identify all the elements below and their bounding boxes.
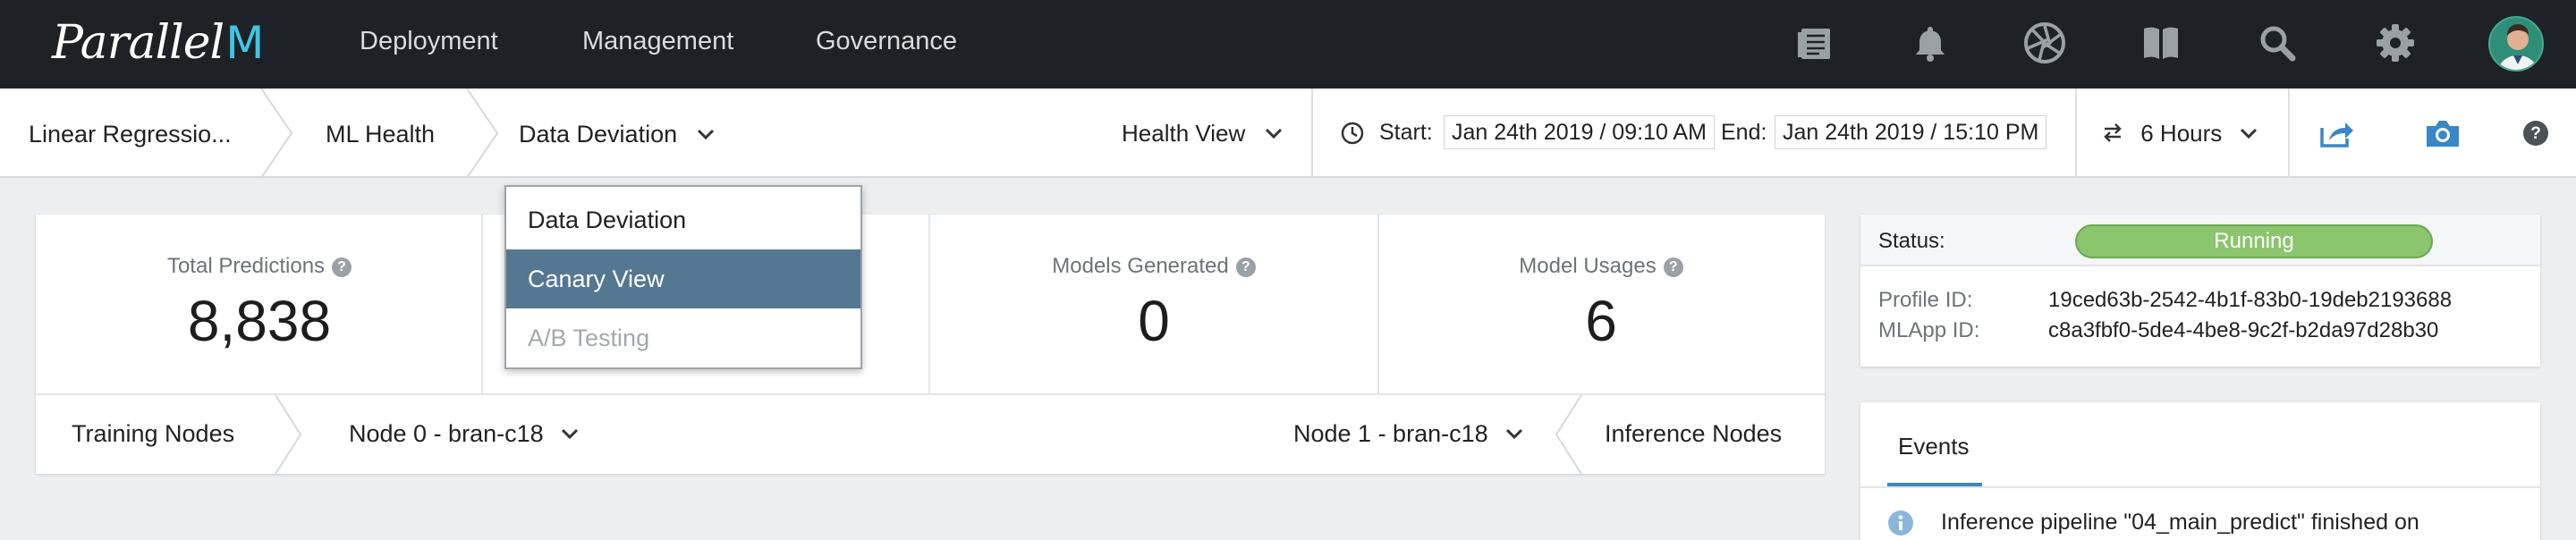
divider <box>1860 486 2540 488</box>
node-separator <box>1555 395 1582 474</box>
avatar[interactable] <box>2488 16 2544 72</box>
menu-item-ab-testing: A/B Testing <box>528 325 650 351</box>
breadcrumb-ml-health[interactable]: ML Health <box>326 121 435 148</box>
clock-icon <box>1341 122 1364 145</box>
tab-underline <box>1887 483 1982 486</box>
metrics-card: Total Predictions? 8,838 Models Generate… <box>36 215 1825 474</box>
nav-governance[interactable]: Governance <box>816 27 957 56</box>
metric-value: 6 <box>1585 289 1617 353</box>
documents-icon[interactable] <box>1792 20 1839 66</box>
search-icon[interactable] <box>2254 20 2301 66</box>
breadcrumb-data-deviation-label: Data Deviation <box>519 121 678 148</box>
menu-item-data-deviation[interactable]: Data Deviation <box>506 190 860 249</box>
swap-icon <box>2104 123 2122 142</box>
divider <box>481 215 483 393</box>
metric-label: Models Generated? <box>930 254 1377 279</box>
breadcrumb-separator <box>466 89 499 178</box>
sub-header: Linear Regressio... ML Health Data Devia… <box>0 89 2576 178</box>
mlapp-id-label: MLApp ID: <box>1878 318 1980 342</box>
training-node-label: Node 0 - bran-c18 <box>349 420 544 447</box>
node-separator <box>275 395 302 474</box>
events-panel: Events Inference pipeline "04_main_predi… <box>1860 402 2540 540</box>
nodes-row: Training Nodes Node 0 - bran-c18 Node 1 … <box>36 395 1825 474</box>
metric-total-predictions: Total Predictions? 8,838 <box>36 215 483 393</box>
help-icon[interactable]: ? <box>332 257 352 277</box>
tab-events[interactable]: Events <box>1898 433 1970 460</box>
breadcrumb-model[interactable]: Linear Regressio... <box>29 121 232 148</box>
status-badge: Running <box>2075 224 2433 258</box>
metric-value: 8,838 <box>187 289 332 353</box>
inference-node-select[interactable]: Node 1 - bran-c18 <box>1293 420 1523 448</box>
logo[interactable]: Parallel M <box>52 13 264 73</box>
info-icon <box>1888 510 1913 536</box>
nav-management[interactable]: Management <box>582 27 733 56</box>
metric-label: Model Usages? <box>1377 254 1825 279</box>
help-icon[interactable]: ? <box>1663 257 1683 277</box>
menu-item-canary-view[interactable]: Canary View <box>506 249 860 308</box>
metric-label: Total Predictions? <box>36 254 483 279</box>
top-nav: Parallel M Deployment Management Governan… <box>0 0 2576 89</box>
end-date-input[interactable]: Jan 24th 2019 / 15:10 PM <box>1775 115 2047 149</box>
start-date-input[interactable]: Jan 24th 2019 / 09:10 AM <box>1444 115 1715 149</box>
chevron-down-icon <box>697 129 714 140</box>
health-view-label: Health View <box>1122 120 1246 147</box>
metric-value: 0 <box>1138 289 1170 353</box>
chevron-down-icon <box>1265 128 1282 139</box>
chevron-down-icon <box>562 428 579 440</box>
gear-icon[interactable] <box>2372 20 2419 66</box>
aperture-icon[interactable] <box>2021 20 2068 66</box>
mlapp-id-value: c8a3fbf0-5de4-4be8-9c2f-b2da97d28b30 <box>2048 318 2439 342</box>
duration-select[interactable]: 6 Hours <box>2102 120 2258 148</box>
logo-mark: M <box>225 17 264 69</box>
inference-node-label: Node 1 - bran-c18 <box>1293 420 1488 447</box>
metric-models-generated: Models Generated? 0 <box>930 215 1377 393</box>
event-text: Inference pipeline "04_main_predict" fin… <box>1941 510 2419 535</box>
divider <box>2075 89 2077 178</box>
logo-text: Parallel <box>52 16 225 70</box>
health-view-select[interactable]: Health View <box>1122 120 1283 148</box>
profile-id-label: Profile ID: <box>1878 288 1973 312</box>
divider <box>2288 89 2290 178</box>
status-label: Status: <box>1878 229 1945 253</box>
inference-nodes-label: Inference Nodes <box>1605 420 1783 447</box>
metric-model-usages: Model Usages? 6 <box>1377 215 1825 393</box>
nav-deployment[interactable]: Deployment <box>360 27 498 56</box>
chevron-down-icon <box>2240 128 2257 139</box>
duration-label: 6 Hours <box>2140 120 2223 147</box>
bell-icon[interactable] <box>1907 20 1953 66</box>
camera-icon[interactable] <box>2424 118 2462 148</box>
help-icon[interactable]: ? <box>1235 257 1256 277</box>
breadcrumb-separator <box>260 89 293 178</box>
start-label: Start: <box>1379 120 1433 145</box>
book-icon[interactable] <box>2138 20 2184 66</box>
end-label: End: <box>1721 120 1767 145</box>
breadcrumb-data-deviation[interactable]: Data Deviation <box>519 121 715 148</box>
profile-id-value: 19ced63b-2542-4b1f-83b0-19deb2193688 <box>2048 288 2453 312</box>
training-nodes-label: Training Nodes <box>72 420 235 447</box>
svg-text:?: ? <box>2530 124 2541 143</box>
training-node-select[interactable]: Node 0 - bran-c18 <box>349 420 579 448</box>
share-icon[interactable] <box>2318 117 2354 149</box>
divider <box>1311 89 1313 178</box>
view-dropdown-menu: Data Deviation Canary View A/B Testing <box>504 185 862 369</box>
help-icon[interactable]: ? <box>2522 120 2549 147</box>
chevron-down-icon <box>1506 428 1523 440</box>
